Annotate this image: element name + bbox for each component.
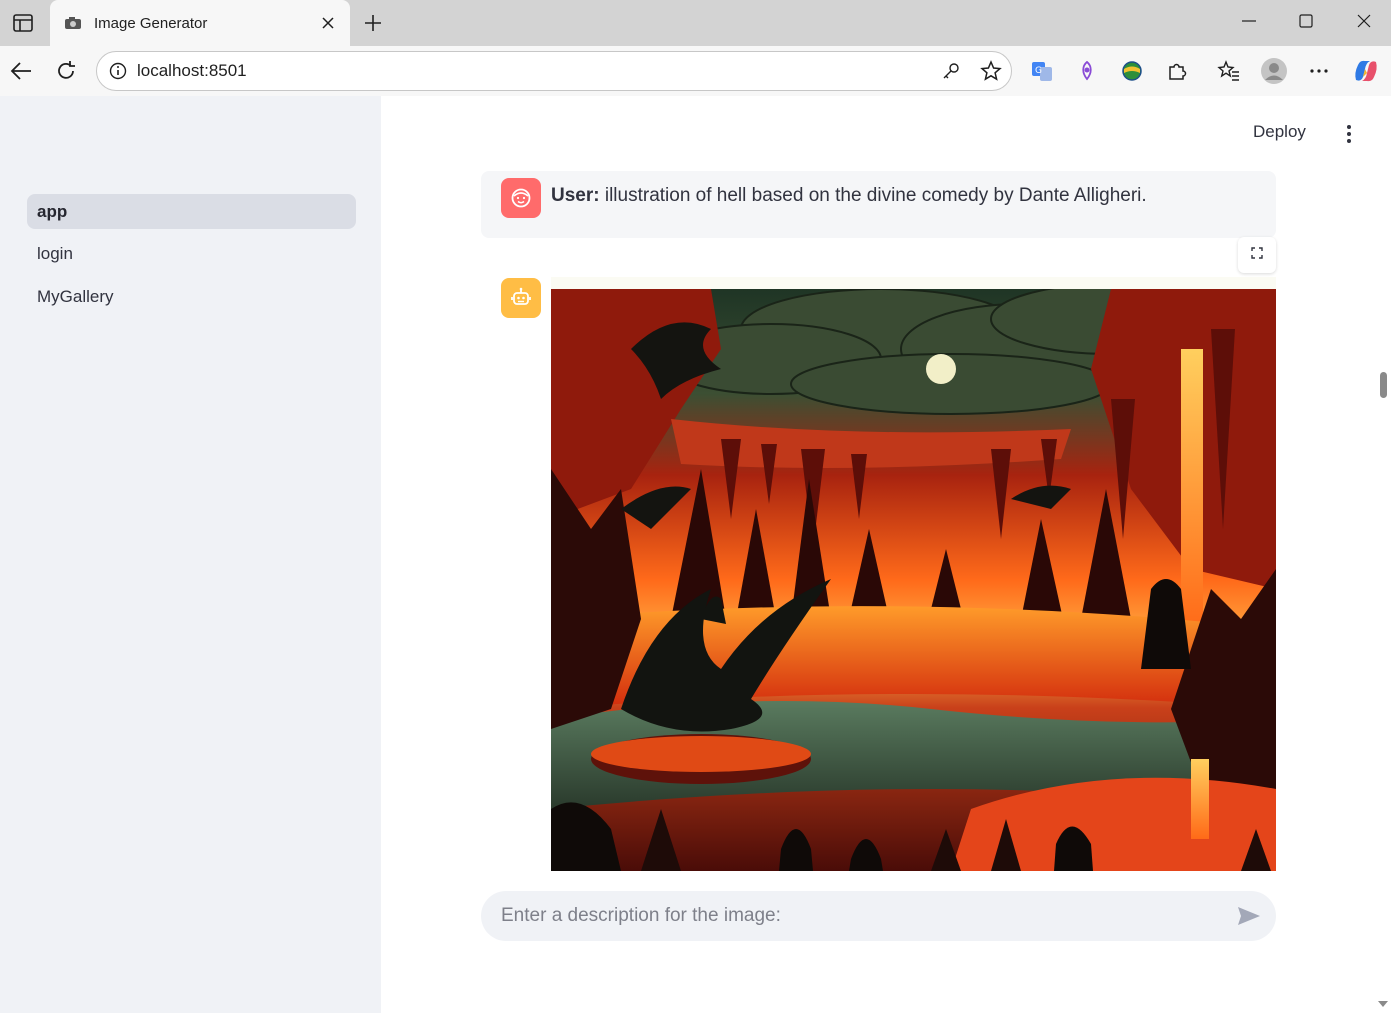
svg-text:G: G: [1035, 66, 1042, 76]
fullscreen-button[interactable]: [1238, 237, 1276, 273]
globe-extension-icon[interactable]: [1116, 55, 1148, 87]
user-prompt: illustration of hell based on the divine…: [599, 185, 1147, 206]
puzzle-icon[interactable]: [1161, 55, 1193, 87]
window-close-icon[interactable]: [1341, 0, 1387, 42]
camera-icon: [64, 16, 82, 30]
more-icon[interactable]: [1303, 55, 1335, 87]
sidebar-item-label: MyGallery: [37, 286, 114, 306]
favorites-icon[interactable]: [1213, 55, 1245, 87]
user-message: User: illustration of hell based on the …: [481, 171, 1276, 238]
address-bar[interactable]: localhost:8501: [96, 51, 1012, 91]
prompt-input[interactable]: [501, 891, 1201, 941]
generated-image: [551, 289, 1276, 871]
translate-icon[interactable]: G: [1026, 55, 1058, 87]
chat-input-bar: [481, 891, 1276, 941]
info-icon[interactable]: [99, 62, 137, 80]
sidebar-item-mygallery[interactable]: MyGallery: [27, 279, 356, 314]
minimize-icon[interactable]: [1226, 0, 1272, 42]
sidebar-item-label: login: [37, 243, 73, 263]
send-arrow-icon[interactable]: [1235, 904, 1263, 928]
tab-title: Image Generator: [94, 14, 208, 32]
close-icon[interactable]: [318, 13, 338, 33]
copilot-icon[interactable]: [1350, 55, 1382, 87]
generated-image-container: [551, 277, 1276, 871]
maximize-icon[interactable]: [1283, 0, 1329, 42]
sidebar: app login MyGallery: [0, 96, 381, 1013]
smile-face-icon: [501, 178, 541, 218]
main-menu-icon[interactable]: [1339, 122, 1359, 146]
browser-tab-bar: Image Generator: [0, 0, 1391, 46]
new-tab-button[interactable]: [358, 8, 388, 38]
back-arrow-icon[interactable]: [5, 55, 37, 87]
main-content: Deploy User: illustration of hell based …: [381, 96, 1391, 1013]
app-page: app login MyGallery Deploy User: illustr…: [0, 96, 1391, 1013]
key-icon[interactable]: [931, 62, 971, 80]
star-icon[interactable]: [971, 60, 1011, 82]
profile-avatar-icon[interactable]: [1258, 55, 1290, 87]
sidebar-toggle-icon[interactable]: [0, 0, 46, 46]
scroll-down-arrow-icon[interactable]: [1377, 996, 1389, 1007]
user-message-text: User: illustration of hell based on the …: [551, 185, 1147, 207]
refresh-icon[interactable]: [50, 55, 82, 87]
scrollbar-thumb[interactable]: [1380, 372, 1387, 398]
sidebar-item-label: app: [37, 201, 68, 221]
sidebar-item-app[interactable]: app: [27, 194, 356, 229]
sidebar-item-login[interactable]: login: [27, 236, 356, 271]
browser-toolbar: localhost:8501 G: [0, 46, 1391, 96]
extension-pin-icon[interactable]: [1071, 55, 1103, 87]
deploy-button[interactable]: Deploy: [1253, 122, 1306, 142]
user-prefix: User:: [551, 185, 600, 206]
robot-icon: [501, 278, 541, 318]
url-text: localhost:8501: [137, 61, 247, 80]
fullscreen-icon: [1251, 246, 1263, 264]
browser-tab[interactable]: Image Generator: [50, 0, 350, 46]
